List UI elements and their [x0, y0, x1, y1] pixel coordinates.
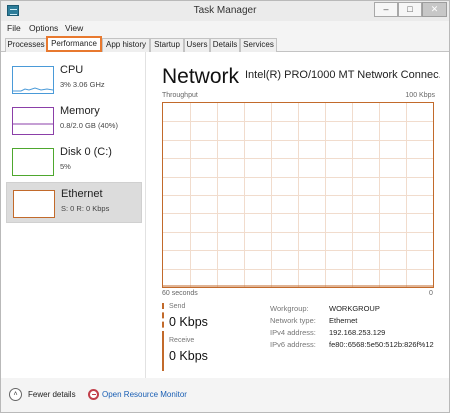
- throughput-graph: [162, 102, 434, 288]
- menu-file[interactable]: File: [7, 23, 21, 33]
- close-button[interactable]: ✕: [422, 2, 447, 17]
- minimize-button[interactable]: –: [374, 2, 398, 17]
- tab-processes[interactable]: Processes: [5, 38, 47, 52]
- title-bar[interactable]: Task Manager – □ ✕: [1, 1, 449, 21]
- sidebar-item-value: 0.8/2.0 GB (40%): [60, 121, 118, 130]
- footer-bar: ˄ Fewer details Open Resource Monitor: [1, 378, 449, 412]
- chevron-up-icon[interactable]: ˄: [9, 388, 22, 401]
- tab-services[interactable]: Services: [240, 38, 277, 52]
- open-resource-monitor-link[interactable]: Open Resource Monitor: [102, 390, 187, 399]
- send-value: 0 Kbps: [169, 315, 208, 329]
- graph-label: Throughput: [162, 92, 198, 99]
- maximize-button[interactable]: □: [398, 2, 422, 17]
- memory-mini-graph: [13, 123, 53, 125]
- ipv4-value: 192.168.253.129: [329, 328, 386, 337]
- tab-details[interactable]: Details: [210, 38, 240, 52]
- receive-stat: Receive 0 Kbps: [162, 337, 257, 371]
- graph-max-label: 100 Kbps: [405, 92, 435, 99]
- throughput-graph-svg: [163, 103, 433, 287]
- sidebar-item-label: Memory: [60, 105, 100, 117]
- network-type-label: Network type:: [270, 316, 316, 325]
- sidebar-item-value: S: 0 R: 0 Kbps: [61, 204, 110, 213]
- graph-axis-right: 0: [429, 290, 433, 297]
- menu-bar: File Options View: [1, 21, 449, 35]
- sidebar-item-disk[interactable]: Disk 0 (C:) 5%: [6, 141, 142, 182]
- sidebar-item-value: 3% 3.06 GHz: [60, 80, 105, 89]
- sidebar-item-label: Disk 0 (C:): [60, 146, 112, 158]
- workgroup-value: WORKGROUP: [329, 304, 380, 313]
- ipv6-value: fe80::6568:5e50:512b:826f%12: [329, 340, 434, 349]
- cpu-thumbnail: [12, 66, 54, 94]
- workgroup-label: Workgroup:: [270, 304, 309, 313]
- adapter-name: Intel(R) PRO/1000 MT Network Connec...: [245, 69, 440, 81]
- ipv6-label: IPv6 address:: [270, 340, 316, 349]
- tab-app-history[interactable]: App history: [102, 38, 150, 52]
- tab-performance[interactable]: Performance: [46, 36, 102, 52]
- network-type-value: Ethernet: [329, 316, 358, 325]
- resource-monitor-icon[interactable]: [88, 389, 99, 400]
- task-manager-window: Task Manager – □ ✕ File Options View Pro…: [0, 0, 450, 413]
- performance-content: CPU 3% 3.06 GHz Memory 0.8/2.0 GB (40%) …: [1, 52, 449, 378]
- receive-value: 0 Kbps: [169, 349, 208, 363]
- send-stat: Send 0 Kbps: [162, 303, 257, 337]
- sidebar-item-ethernet[interactable]: Ethernet S: 0 R: 0 Kbps: [6, 182, 142, 223]
- sidebar-item-cpu[interactable]: CPU 3% 3.06 GHz: [6, 59, 142, 100]
- panel-title: Network: [162, 65, 240, 88]
- network-detail-panel: Network Intel(R) PRO/1000 MT Network Con…: [162, 52, 442, 378]
- tab-strip: Processes Performance App history Startu…: [1, 35, 449, 52]
- sidebar-item-memory[interactable]: Memory 0.8/2.0 GB (40%): [6, 100, 142, 141]
- sidebar-item-label: CPU: [60, 64, 84, 76]
- graph-axis-left: 60 seconds: [162, 290, 198, 297]
- fewer-details-button[interactable]: Fewer details: [28, 390, 76, 399]
- receive-label: Receive: [169, 337, 195, 344]
- ethernet-thumbnail: [13, 190, 55, 218]
- ipv4-label: IPv4 address:: [270, 328, 316, 337]
- tab-users[interactable]: Users: [184, 38, 210, 52]
- send-label: Send: [169, 303, 186, 310]
- resource-sidebar: CPU 3% 3.06 GHz Memory 0.8/2.0 GB (40%) …: [1, 52, 146, 378]
- disk-thumbnail: [12, 148, 54, 176]
- menu-view[interactable]: View: [65, 23, 83, 33]
- cpu-mini-graph: [13, 87, 54, 92]
- sidebar-item-value: 5%: [60, 162, 71, 171]
- menu-options[interactable]: Options: [29, 23, 58, 33]
- tab-startup[interactable]: Startup: [150, 38, 184, 52]
- sidebar-item-label: Ethernet: [61, 188, 103, 200]
- memory-thumbnail: [12, 107, 54, 135]
